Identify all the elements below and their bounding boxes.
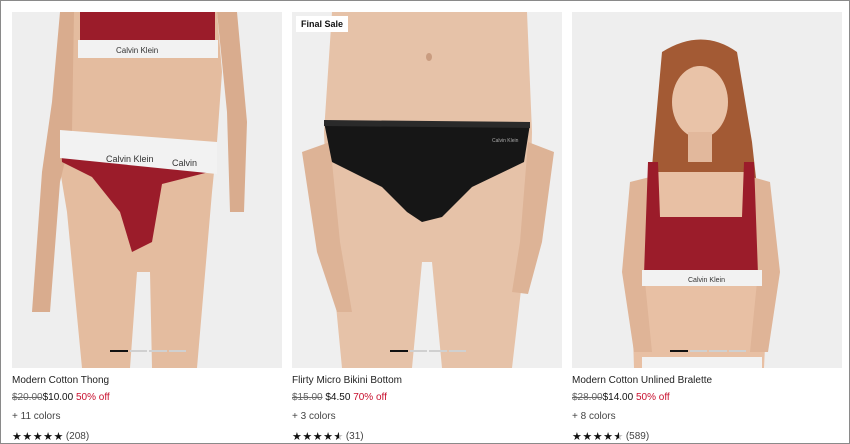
carousel-dot[interactable] (110, 350, 128, 352)
original-price: $20.00 (12, 392, 43, 403)
review-count: (589) (625, 431, 650, 442)
product-card[interactable]: Calvin Klein Modern Cotton Unlined Brale… (572, 12, 842, 443)
product-title[interactable]: Modern Cotton Thong (12, 375, 282, 387)
color-count[interactable]: + 11 colors (12, 411, 282, 423)
model-black-bikini-image: Calvin Klein (292, 12, 562, 368)
carousel-dot[interactable] (689, 350, 707, 352)
product-price: $28.00$14.00 50% off (572, 392, 842, 404)
half-star-icon: ★ (613, 430, 623, 443)
model-red-thong-image: Calvin Klein Calvin Klein Calvin (12, 12, 282, 368)
product-rating[interactable]: ★★★★★ (208) (12, 430, 282, 443)
carousel-dot[interactable] (409, 350, 427, 352)
product-rating[interactable]: ★★★★★ (31) (292, 430, 562, 443)
product-title[interactable]: Modern Cotton Unlined Bralette (572, 375, 842, 387)
sale-price: $4.50 (325, 392, 351, 403)
star-icon: ★★★★★ (572, 430, 624, 443)
sale-price: $14.00 (602, 392, 634, 403)
svg-text:Calvin Klein: Calvin Klein (688, 277, 725, 284)
product-price: $15.00 $4.50 70% off (292, 392, 562, 404)
carousel-dot[interactable] (728, 350, 746, 352)
product-image[interactable]: Calvin Klein Final Sale (292, 12, 562, 368)
discount-label: 70% off (353, 392, 387, 403)
product-image[interactable]: Calvin Klein (572, 12, 842, 368)
carousel-dot[interactable] (149, 350, 167, 352)
svg-text:Calvin: Calvin (172, 158, 197, 168)
review-count: (31) (345, 431, 364, 442)
product-price: $20.00$10.00 50% off (12, 392, 282, 404)
product-card[interactable]: Calvin Klein Final Sale Flirty Micro Bik… (292, 12, 562, 443)
product-title[interactable]: Flirty Micro Bikini Bottom (292, 375, 562, 387)
star-icon: ★★★★★ (12, 431, 64, 443)
image-carousel-dots (110, 350, 186, 352)
review-count: (208) (65, 431, 90, 442)
half-star-icon: ★ (333, 430, 343, 443)
svg-text:Calvin Klein: Calvin Klein (106, 154, 154, 164)
model-red-bralette-image: Calvin Klein (572, 12, 842, 368)
final-sale-badge: Final Sale (296, 16, 349, 32)
product-card[interactable]: Calvin Klein Calvin Klein Calvin Modern … (12, 12, 282, 443)
product-image[interactable]: Calvin Klein Calvin Klein Calvin (12, 12, 282, 368)
image-carousel-dots (390, 350, 466, 352)
svg-text:Calvin Klein: Calvin Klein (116, 46, 158, 55)
product-grid: Calvin Klein Calvin Klein Calvin Modern … (0, 0, 850, 444)
discount-label: 50% off (75, 392, 110, 403)
carousel-dot[interactable] (168, 350, 186, 352)
original-price: $15.00 (292, 392, 323, 403)
original-price: $28.00 (572, 392, 603, 403)
discount-label: 50% off (635, 392, 670, 403)
star-icon: ★★★★★ (292, 430, 344, 443)
product-rating[interactable]: ★★★★★ (589) (572, 430, 842, 443)
carousel-dot[interactable] (390, 350, 408, 352)
carousel-dot[interactable] (709, 350, 727, 352)
color-count[interactable]: + 8 colors (572, 411, 842, 423)
carousel-dot[interactable] (129, 350, 147, 352)
svg-text:Calvin Klein: Calvin Klein (492, 138, 519, 144)
image-carousel-dots (670, 350, 746, 352)
color-count[interactable]: + 3 colors (292, 411, 562, 423)
carousel-dot[interactable] (448, 350, 466, 352)
carousel-dot[interactable] (670, 350, 688, 352)
carousel-dot[interactable] (429, 350, 447, 352)
sale-price: $10.00 (42, 392, 74, 403)
